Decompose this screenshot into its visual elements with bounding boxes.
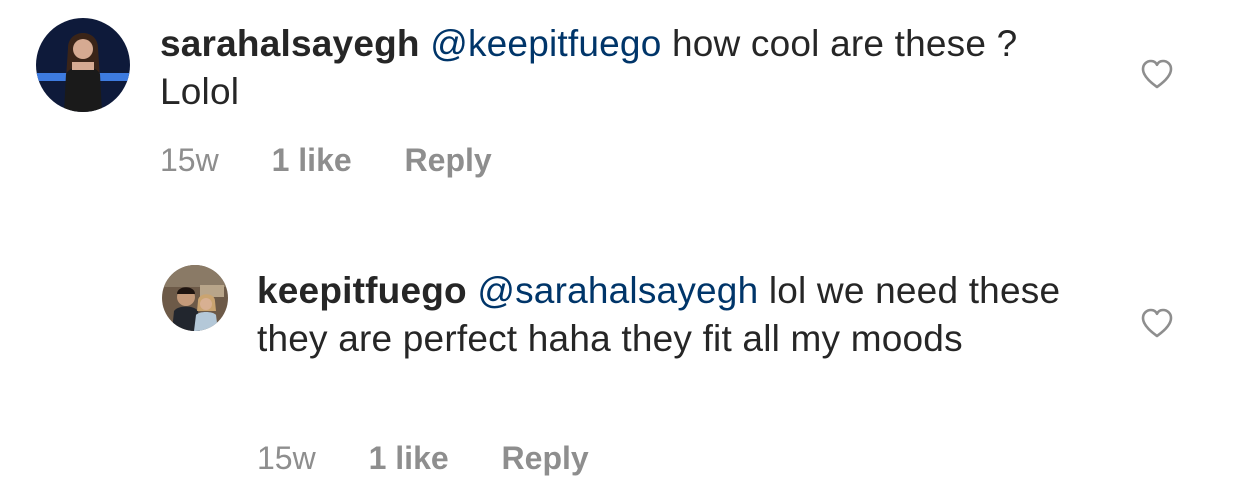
reply-item: keepitfuego @sarahalsayegh lol we need t… [162,265,1206,480]
reply-button[interactable]: Reply [502,438,589,478]
comment-item: sarahalsayegh @keepitfuego how cool are … [36,18,1206,188]
likes-count[interactable]: 1 like [369,438,449,478]
comment-username[interactable]: keepitfuego [257,270,467,311]
comment-meta: 15w 1 like Reply [257,438,633,478]
comment-age: 15w [160,142,219,178]
heart-outline-icon[interactable] [1140,58,1174,90]
mention-link[interactable]: @sarahalsayegh [477,270,758,311]
mention-link[interactable]: @keepitfuego [430,23,661,64]
likes-count[interactable]: 1 like [272,140,352,180]
comment-age: 15w [257,440,316,476]
comment-text: keepitfuego @sarahalsayegh lol we need t… [257,267,1087,363]
avatar[interactable] [162,265,228,331]
comment-username[interactable]: sarahalsayegh [160,23,420,64]
heart-outline-icon[interactable] [1140,307,1174,339]
comment-text: sarahalsayegh @keepitfuego how cool are … [160,20,1040,116]
reply-button[interactable]: Reply [405,140,492,180]
avatar[interactable] [36,18,130,112]
comment-meta: 15w 1 like Reply [160,140,536,180]
